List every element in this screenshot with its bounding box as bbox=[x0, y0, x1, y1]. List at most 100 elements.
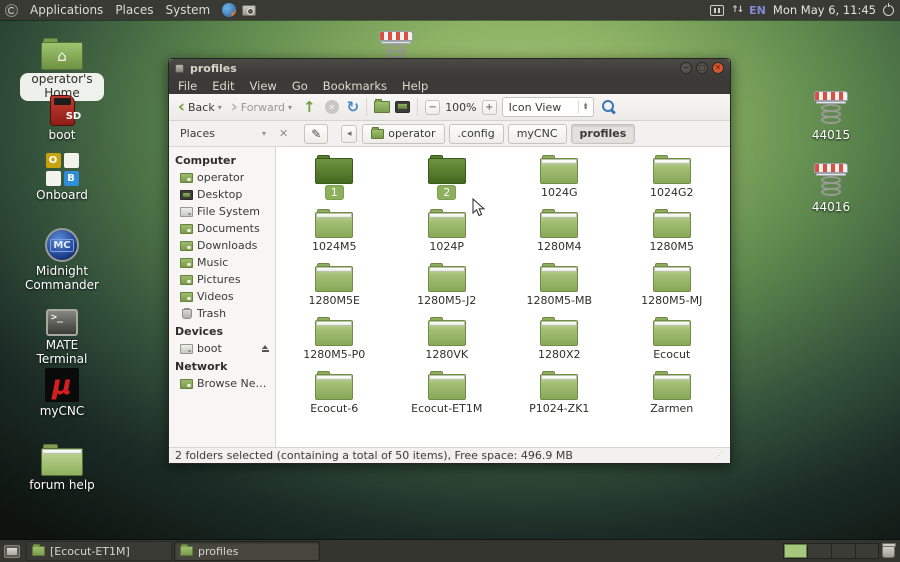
folder-item-1280m5-p0[interactable]: 1280M5-P0 bbox=[278, 317, 391, 364]
up-button[interactable]: ↑ bbox=[303, 100, 316, 115]
desktop-icon-forum-help[interactable]: forum help bbox=[20, 440, 104, 493]
folder-icon bbox=[428, 209, 466, 238]
folder-item-zarmen[interactable]: Zarmen bbox=[616, 371, 729, 418]
sidebar-item-trash[interactable]: Trash bbox=[169, 305, 275, 322]
back-button[interactable]: ‹ Back ▾ bbox=[176, 99, 224, 116]
home-button-icon[interactable] bbox=[374, 101, 390, 113]
menu-help[interactable]: Help bbox=[402, 79, 428, 93]
folder-item-ecocut[interactable]: Ecocut bbox=[616, 317, 729, 364]
workspace-3[interactable] bbox=[831, 543, 855, 559]
folder-icon bbox=[428, 317, 466, 346]
mate-menu-icon[interactable] bbox=[5, 4, 18, 17]
resize-grip[interactable]: ⋰ bbox=[715, 451, 724, 460]
sidebar-item-videos[interactable]: Videos bbox=[169, 288, 275, 305]
desktop-icon-boot[interactable]: SD boot bbox=[20, 90, 104, 143]
workspace-4[interactable] bbox=[855, 543, 879, 559]
desktop-icon-label: Onboard bbox=[20, 189, 104, 203]
sidebar-item-downloads[interactable]: Downloads bbox=[169, 237, 275, 254]
separator bbox=[417, 98, 418, 116]
view-mode-select[interactable]: Icon View ▴▾ bbox=[502, 97, 594, 117]
folder-icon bbox=[653, 317, 691, 346]
folder-item-1280m5-mb[interactable]: 1280M5-MB bbox=[503, 263, 616, 310]
sidebar-section-network: Network bbox=[169, 357, 275, 375]
path-scroll-left-button[interactable]: ◂ bbox=[341, 125, 357, 143]
sidebar-item-music[interactable]: Music bbox=[169, 254, 275, 271]
menu-view[interactable]: View bbox=[250, 79, 277, 93]
folder-item-2[interactable]: 2 bbox=[391, 155, 504, 202]
desktop-icon-44015[interactable]: 44015 bbox=[798, 90, 864, 143]
desktop-icon-onboard[interactable]: OB Onboard bbox=[20, 150, 104, 203]
file-area[interactable]: 121024G1024G21024M51024P1280M41280M51280… bbox=[276, 147, 730, 447]
breadcrumb-operator[interactable]: operator bbox=[362, 124, 444, 144]
workspace-1[interactable] bbox=[783, 543, 807, 559]
workspace-2[interactable] bbox=[807, 543, 831, 559]
back-dropdown-icon[interactable]: ▾ bbox=[218, 103, 222, 112]
panel-menu-system[interactable]: System bbox=[159, 3, 216, 17]
panel-menu-applications[interactable]: Applications bbox=[24, 3, 109, 17]
back-icon: ‹ bbox=[178, 99, 185, 116]
stop-button[interactable]: ✕ bbox=[325, 100, 339, 114]
folder-item-1280m5[interactable]: 1280M5 bbox=[616, 209, 729, 256]
forward-button[interactable]: › Forward ▾ bbox=[229, 99, 294, 116]
breadcrumb-mycnc[interactable]: myCNC bbox=[508, 124, 567, 144]
folder-item-1024p[interactable]: 1024P bbox=[391, 209, 504, 256]
panel-menu-places[interactable]: Places bbox=[109, 3, 159, 17]
folder-item-1280m5e[interactable]: 1280M5E bbox=[278, 263, 391, 310]
zoom-in-button[interactable]: + bbox=[482, 100, 497, 115]
edit-location-button[interactable]: ✎ bbox=[304, 124, 328, 144]
network-indicator-icon[interactable]: ↑↓ bbox=[731, 5, 742, 15]
folder-item-1280vk[interactable]: 1280VK bbox=[391, 317, 504, 364]
search-button[interactable] bbox=[602, 100, 616, 114]
menu-file[interactable]: File bbox=[178, 79, 197, 93]
folder-item-1280x2[interactable]: 1280X2 bbox=[503, 317, 616, 364]
refresh-button[interactable]: ↻ bbox=[347, 100, 360, 115]
close-button[interactable]: ✕ bbox=[712, 62, 724, 74]
sidebar-item-pictures[interactable]: Pictures bbox=[169, 271, 275, 288]
sidebar-item-desktop[interactable]: Desktop bbox=[169, 186, 275, 203]
shutdown-icon[interactable] bbox=[883, 5, 894, 16]
keyboard-indicator-icon[interactable] bbox=[710, 5, 724, 16]
screenshot-launcher-icon[interactable] bbox=[242, 5, 256, 16]
folder-item-ecocut-6[interactable]: Ecocut-6 bbox=[278, 371, 391, 418]
breadcrumb-profiles[interactable]: profiles bbox=[571, 124, 636, 144]
folder-item-1024m5[interactable]: 1024M5 bbox=[278, 209, 391, 256]
desktop-icon-midnight-commander[interactable]: MC Midnight Commander bbox=[20, 226, 104, 293]
breadcrumb-config[interactable]: .config bbox=[449, 124, 504, 144]
minimize-button[interactable]: − bbox=[680, 62, 692, 74]
folder-item-1024g[interactable]: 1024G bbox=[503, 155, 616, 202]
folder-item-1024g2[interactable]: 1024G2 bbox=[616, 155, 729, 202]
desktop-icon-mate-terminal[interactable]: >_ MATE Terminal bbox=[20, 300, 104, 367]
sidebar-item-file-system[interactable]: File System bbox=[169, 203, 275, 220]
titlebar[interactable]: profiles − □ ✕ bbox=[169, 59, 730, 77]
maximize-button[interactable]: □ bbox=[696, 62, 708, 74]
taskbar-item-ecocut-et1m[interactable]: [Ecocut-ET1M] bbox=[26, 541, 172, 561]
trash-applet-icon[interactable] bbox=[882, 544, 895, 558]
sidebar-item-operator[interactable]: operator bbox=[169, 169, 275, 186]
folder-item-1[interactable]: 1 bbox=[278, 155, 391, 202]
folder-item-p1024-zk1[interactable]: P1024-ZK1 bbox=[503, 371, 616, 418]
eject-icon[interactable] bbox=[261, 345, 270, 353]
sidebar-mode-select[interactable]: Places ▾ bbox=[175, 124, 271, 144]
firefox-launcher-icon[interactable] bbox=[222, 3, 236, 17]
taskbar-item-profiles[interactable]: profiles bbox=[174, 541, 320, 561]
sidebar-item-browse-net[interactable]: Browse Net... bbox=[169, 375, 275, 392]
zoom-out-button[interactable]: − bbox=[425, 100, 440, 115]
sidebar-item-documents[interactable]: Documents bbox=[169, 220, 275, 237]
forward-dropdown-icon[interactable]: ▾ bbox=[288, 103, 292, 112]
menu-bookmarks[interactable]: Bookmarks bbox=[323, 79, 387, 93]
menu-edit[interactable]: Edit bbox=[212, 79, 234, 93]
menu-go[interactable]: Go bbox=[292, 79, 308, 93]
show-desktop-icon[interactable] bbox=[4, 545, 20, 558]
close-sidebar-button[interactable]: ✕ bbox=[276, 127, 291, 140]
folder-item-1280m5-j2[interactable]: 1280M5-J2 bbox=[391, 263, 504, 310]
bottom-panel: [Ecocut-ET1M]profiles bbox=[0, 540, 900, 562]
folder-item-ecocut-et1m[interactable]: Ecocut-ET1M bbox=[391, 371, 504, 418]
desktop-icon-44016[interactable]: 44016 bbox=[798, 162, 864, 215]
desktop-icon-mycnc[interactable]: μ myCNC bbox=[20, 366, 104, 419]
keyboard-layout-label[interactable]: EN bbox=[749, 4, 766, 17]
folder-item-1280m5-mj[interactable]: 1280M5-MJ bbox=[616, 263, 729, 310]
computer-button-icon[interactable] bbox=[395, 101, 410, 113]
sidebar-item-boot[interactable]: boot bbox=[169, 340, 275, 357]
clock[interactable]: Mon May 6, 11:45 bbox=[773, 3, 876, 17]
folder-item-1280m4[interactable]: 1280M4 bbox=[503, 209, 616, 256]
